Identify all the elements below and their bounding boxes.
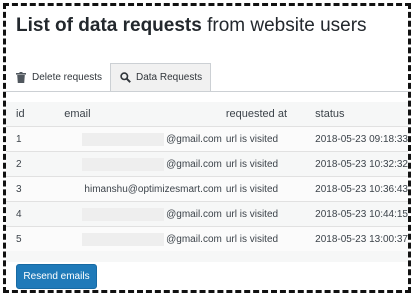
cell-status: 2018-05-23 13:00:37 bbox=[315, 226, 408, 251]
cell-id: 5 bbox=[6, 226, 63, 251]
redacted-email-bar bbox=[82, 157, 165, 171]
cell-id: 3 bbox=[6, 176, 63, 202]
cell-status: 2018-05-23 09:18:33 bbox=[315, 126, 408, 152]
cell-email: @gmail.com bbox=[62, 151, 226, 177]
redacted-email-bar bbox=[82, 207, 165, 221]
page-title: List of data requests from website users bbox=[16, 15, 367, 37]
data-requests-table: id email requested at status 1 @gmail.co… bbox=[6, 102, 408, 251]
cell-email: @gmail.com bbox=[62, 201, 226, 227]
tabs-divider bbox=[6, 91, 408, 92]
cell-requested-at: url is visited bbox=[225, 151, 316, 177]
table-row: 1 @gmail.com url is visited 2018-05-23 0… bbox=[6, 126, 408, 152]
data-requests-table-area: id email requested at status 1 @gmail.co… bbox=[6, 102, 408, 262]
page-title-bold: List of data requests bbox=[16, 15, 202, 36]
tab-delete-requests-label: Delete requests bbox=[32, 72, 103, 83]
cell-status: 2018-05-23 10:44:15 bbox=[315, 201, 408, 227]
tab-data-requests[interactable]: Data Requests bbox=[110, 63, 212, 92]
redacted-email-bar bbox=[82, 232, 165, 246]
table-row: 5 @gmail.com url is visited 2018-05-23 1… bbox=[6, 226, 408, 251]
resend-emails-button[interactable]: Resend emails bbox=[16, 264, 97, 289]
cell-requested-at: url is visited bbox=[225, 226, 316, 251]
cell-requested-at: url is visited bbox=[225, 201, 316, 227]
column-header-id: id bbox=[16, 108, 25, 120]
page-title-rest: from website users bbox=[201, 15, 367, 36]
column-header-requested-at: requested at bbox=[225, 108, 287, 120]
screenshot-frame: List of data requests from website users… bbox=[3, 3, 411, 293]
cell-email: @gmail.com bbox=[62, 126, 226, 152]
column-header-status: status bbox=[315, 108, 345, 120]
tab-data-requests-label: Data Requests bbox=[136, 72, 203, 83]
cell-requested-at: url is visited bbox=[225, 126, 316, 152]
redacted-email-bar bbox=[82, 132, 165, 146]
cell-requested-at: url is visited bbox=[225, 176, 316, 202]
column-header-email: email bbox=[64, 108, 91, 120]
cell-status: 2018-05-23 10:32:32 bbox=[315, 151, 408, 177]
cell-id: 1 bbox=[6, 126, 63, 152]
cell-email: himanshu@optimizesmart.com bbox=[62, 176, 226, 202]
cell-id: 4 bbox=[6, 201, 63, 227]
table-row: 2 @gmail.com url is visited 2018-05-23 1… bbox=[6, 151, 408, 177]
trash-icon bbox=[15, 72, 27, 84]
table-row: 3 himanshu@optimizesmart.com url is visi… bbox=[6, 176, 408, 202]
table-header-row: id email requested at status bbox=[6, 102, 408, 127]
search-icon bbox=[119, 72, 131, 84]
cell-email: @gmail.com bbox=[62, 226, 226, 251]
table-row: 4 @gmail.com url is visited 2018-05-23 1… bbox=[6, 201, 408, 227]
cell-id: 2 bbox=[6, 151, 63, 177]
cell-status: 2018-05-23 10:36:43 bbox=[315, 176, 408, 202]
tab-delete-requests[interactable]: Delete requests bbox=[11, 63, 106, 92]
